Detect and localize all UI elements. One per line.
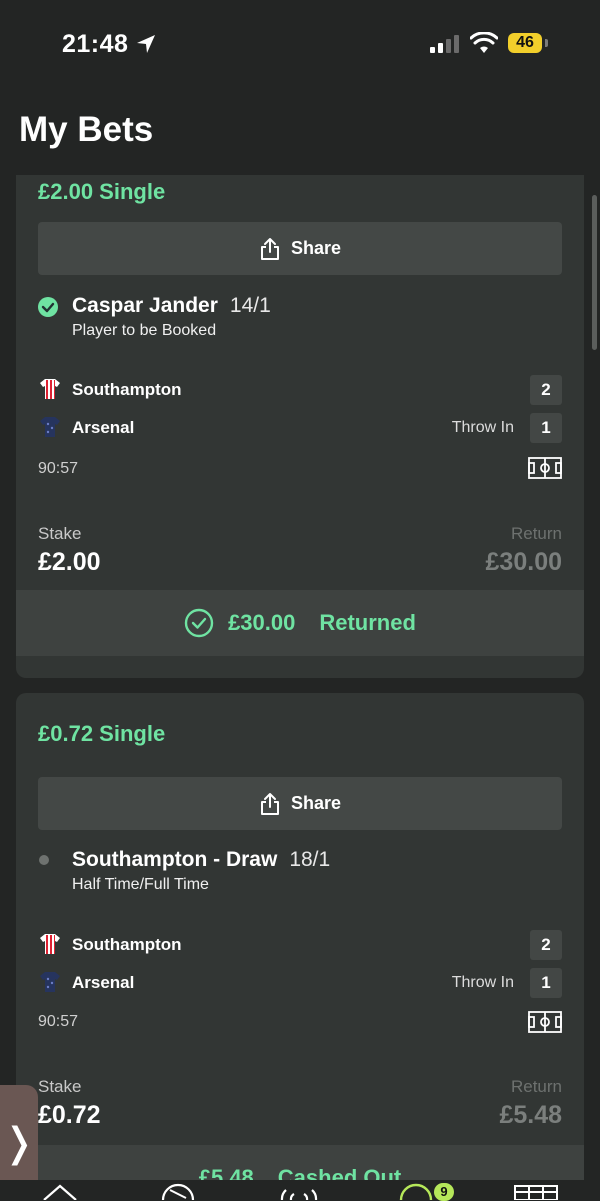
market-name: Half Time/Full Time [72,876,209,893]
away-score: 1 [530,968,562,998]
check-icon [38,297,58,317]
kit-icon [40,417,60,437]
away-team-row: Arsenal Throw In 1 [38,413,562,443]
stake-label: Stake [38,1077,82,1096]
stake-label: Stake [38,524,82,543]
selection-name: Caspar Jander 14/1 [72,294,271,318]
status-time: 21:48 [62,30,129,58]
pitch-icon[interactable] [528,457,562,479]
result-amount: £30.00 [228,610,296,635]
away-team-row: Arsenal Throw In 1 [38,968,562,998]
match-time: 90:57 [38,460,79,477]
kit-icon [40,972,60,992]
share-button[interactable]: Share [38,777,562,830]
my-bets-icon[interactable] [398,1182,434,1200]
result-bar: £5.48 Cashed Out [16,1145,584,1180]
home-score: 2 [530,930,562,960]
result-amount: £5.48 [198,1165,254,1180]
bet-title: £0.72 Single [38,721,166,746]
live-icon[interactable] [276,1182,322,1200]
return-value: £30.00 [485,548,562,576]
page-title: My Bets [19,110,154,149]
market-name: Player to be Booked [72,322,217,339]
away-team-name: Arsenal [72,418,135,437]
pitch-icon[interactable] [528,1011,562,1033]
check-circle-icon [184,608,214,638]
share-label: Share [290,238,342,258]
return-label: Return [510,524,562,543]
location-arrow-icon [137,35,155,53]
my-bets-badge: 9 [434,1183,454,1201]
selection-label: Southampton - Draw [72,848,278,871]
return-value: £5.48 [499,1101,562,1129]
chevron-right-icon: ❭ [2,1120,36,1165]
home-score: 2 [530,375,562,405]
home-team-row: Southampton 2 [38,930,562,960]
battery-tip [545,39,548,47]
result-bar: £30.00 Returned [16,590,584,656]
share-icon [260,792,279,815]
status-bar: 21:48 46 [0,0,600,88]
scrollbar[interactable] [592,195,597,350]
share-icon [260,237,279,260]
bet-card: £0.72 Single Share Southampton - Draw 18/… [16,693,584,1180]
selection-odds: 18/1 [289,848,331,871]
selection-name: Southampton - Draw 18/1 [72,848,330,872]
kit-icon [40,934,60,954]
signal-icon [430,35,459,53]
pending-dot-icon [39,855,49,865]
home-team-row: Southampton 2 [38,375,562,405]
stake-value: £0.72 [38,1101,101,1129]
away-score: 1 [530,413,562,443]
result-text: Cashed Out [277,1165,402,1180]
match-time: 90:57 [38,1013,79,1030]
away-team-name: Arsenal [72,973,135,992]
stake-value: £2.00 [38,548,101,576]
share-button[interactable]: Share [38,222,562,275]
home-icon[interactable] [42,1182,78,1200]
home-team-name: Southampton [72,935,182,954]
return-label: Return [510,1077,562,1096]
home-team-name: Southampton [72,380,182,399]
live-event: Throw In [451,419,514,436]
battery-indicator: 46 [508,33,542,53]
menu-icon[interactable] [513,1182,559,1200]
bet-card: £2.00 Single Share Caspar Jander 14/1 Pla… [16,175,584,678]
share-label: Share [290,793,342,813]
result-text: Returned [319,610,416,635]
live-event: Throw In [451,974,514,991]
kit-icon [40,379,60,399]
selection-odds: 14/1 [229,294,271,317]
bets-list[interactable]: £2.00 Single Share Caspar Jander 14/1 Pla… [0,175,600,1180]
bet-title: £2.00 Single [38,179,166,204]
selection-label: Caspar Jander [72,294,218,317]
bottom-nav [0,1180,600,1200]
wifi-icon [470,32,498,53]
sports-icon[interactable] [160,1182,196,1200]
